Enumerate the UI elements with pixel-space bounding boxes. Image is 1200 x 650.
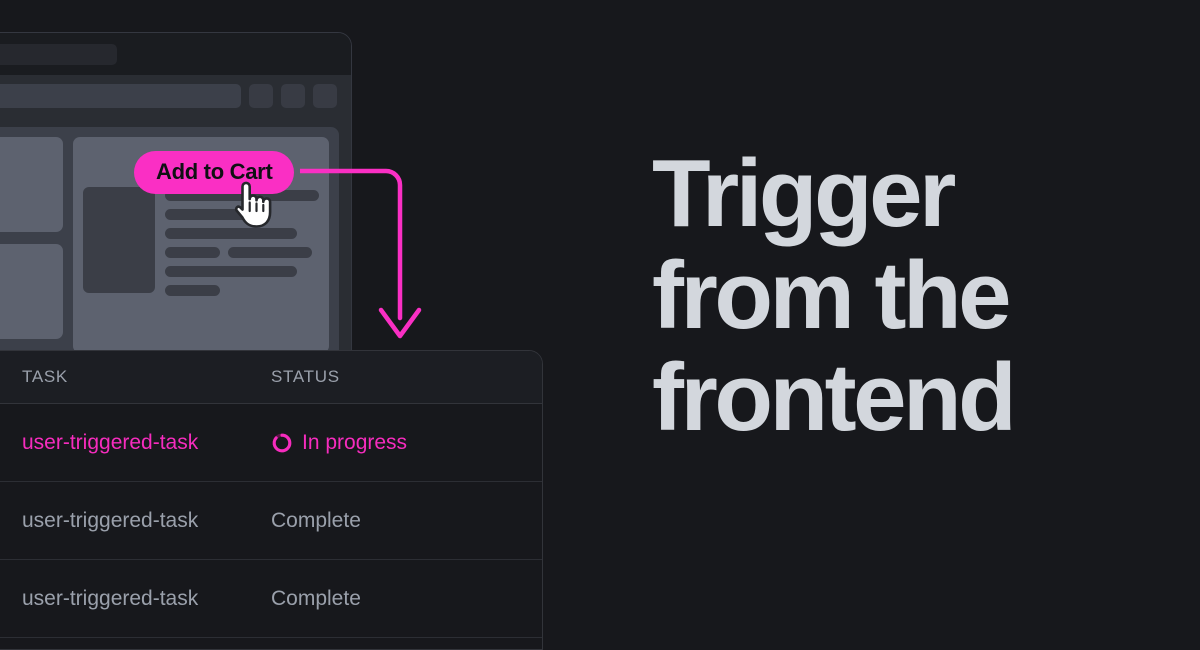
url-input[interactable] bbox=[0, 84, 241, 108]
skeleton-line bbox=[165, 285, 221, 296]
add-to-cart-group: Add to Cart bbox=[134, 151, 295, 228]
product-text-placeholder bbox=[165, 187, 319, 296]
spinner-icon bbox=[272, 433, 292, 452]
thumbnail-card-2[interactable] bbox=[0, 244, 63, 339]
task-table-header: TASK STATUS bbox=[0, 351, 542, 404]
toolbar-button-3[interactable] bbox=[313, 84, 337, 108]
thumbnail-column bbox=[0, 137, 63, 353]
task-status-cell: Complete bbox=[271, 587, 542, 611]
thumbnail-card-1[interactable] bbox=[0, 137, 63, 232]
skeleton-line bbox=[165, 228, 298, 239]
column-header-task: TASK bbox=[22, 367, 68, 386]
browser-window-mockup bbox=[0, 32, 352, 362]
page-title: Trigger from the frontend bbox=[652, 143, 1152, 448]
toolbar-button-2[interactable] bbox=[281, 84, 305, 108]
toolbar-button-1[interactable] bbox=[249, 84, 273, 108]
headline-line-1: Trigger bbox=[652, 140, 956, 247]
task-name-cell: user-triggered-task bbox=[22, 508, 199, 532]
task-name-cell: user-triggered-task bbox=[22, 430, 199, 454]
table-row[interactable]: user-triggered-task Complete bbox=[0, 482, 542, 560]
skeleton-line-pair bbox=[165, 247, 319, 258]
task-status-panel: TASK STATUS user-triggered-task In progr… bbox=[0, 350, 543, 650]
table-row[interactable]: user-triggered-task In progress bbox=[0, 404, 542, 482]
table-row[interactable]: user-triggered-task Complete bbox=[0, 560, 542, 638]
product-detail-body bbox=[83, 187, 319, 296]
browser-tab-bar bbox=[0, 33, 351, 75]
page-background: Add to Cart TASK STATUS user-triggered-t… bbox=[0, 0, 1200, 650]
headline-line-2: from the bbox=[652, 241, 1012, 349]
skeleton-line bbox=[165, 266, 298, 277]
column-header-status: STATUS bbox=[271, 367, 340, 386]
skeleton-line bbox=[228, 247, 312, 258]
task-status-label: Complete bbox=[271, 508, 361, 532]
headline-line-3: frontend bbox=[652, 343, 1017, 451]
task-status-cell: Complete bbox=[271, 509, 542, 533]
skeleton-line bbox=[165, 247, 221, 258]
task-status-label: Complete bbox=[271, 586, 361, 610]
task-status-cell: In progress bbox=[271, 431, 542, 455]
skeleton-line bbox=[165, 209, 264, 220]
browser-tab[interactable] bbox=[0, 44, 117, 65]
browser-toolbar bbox=[0, 75, 351, 117]
task-status-label: In progress bbox=[302, 430, 408, 454]
task-name-cell: user-triggered-task bbox=[22, 586, 199, 610]
add-to-cart-button[interactable]: Add to Cart bbox=[134, 151, 295, 194]
product-image-placeholder bbox=[83, 187, 155, 293]
